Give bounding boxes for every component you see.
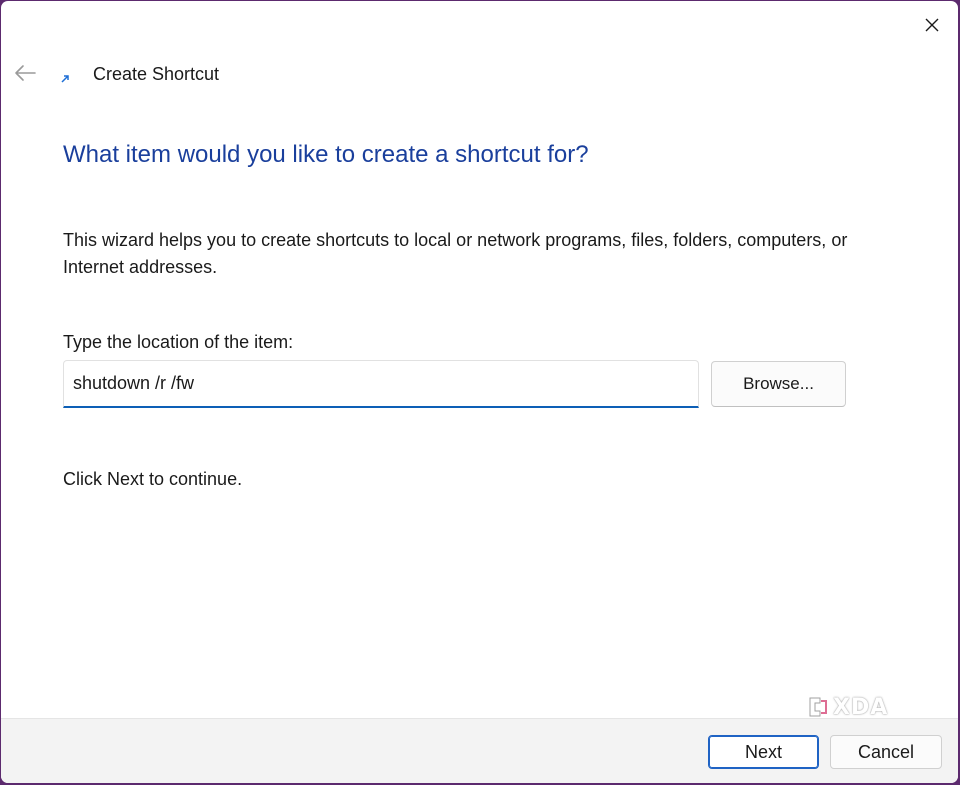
back-arrow-icon [15, 65, 36, 81]
close-icon [925, 18, 939, 32]
dialog-footer: Next Cancel [1, 718, 958, 783]
xda-logo-icon [809, 697, 827, 717]
back-button[interactable] [11, 59, 39, 87]
browse-button[interactable]: Browse... [711, 361, 846, 407]
create-shortcut-dialog: Create Shortcut What item would you like… [1, 1, 958, 783]
shortcut-arrow-icon [59, 73, 71, 85]
close-button[interactable] [918, 11, 946, 39]
next-button[interactable]: Next [708, 735, 819, 769]
continue-instruction: Click Next to continue. [63, 469, 243, 489]
location-input[interactable] [63, 360, 699, 408]
page-heading: What item would you like to create a sho… [63, 141, 589, 168]
location-label: Type the location of the item: [63, 332, 294, 352]
watermark-text: XDA [833, 694, 889, 720]
cancel-button[interactable]: Cancel [830, 735, 942, 769]
window-title: Create Shortcut [93, 64, 220, 84]
xda-watermark: XDA [807, 694, 888, 720]
wizard-description: This wizard helps you to create shortcut… [63, 230, 848, 277]
